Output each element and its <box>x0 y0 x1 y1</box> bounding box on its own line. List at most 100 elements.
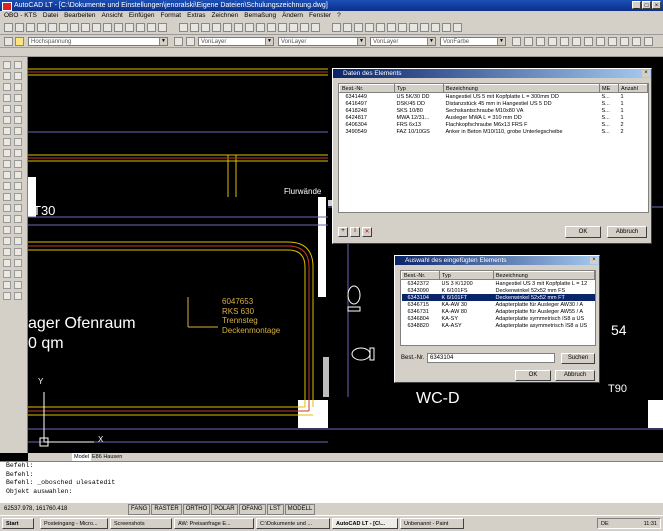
draw-tool-icon[interactable] <box>3 215 11 223</box>
menu-bemassung[interactable]: Bemaßung <box>244 11 276 21</box>
search-input[interactable]: 6343104 <box>427 353 555 363</box>
col-nr[interactable]: Best.-Nr. <box>401 271 440 280</box>
table-row[interactable]: 6424817 MWA 12/31... Ausleger MWA L = 310 … <box>340 114 648 121</box>
zoom-icon[interactable] <box>596 37 605 46</box>
draw-tool-icon[interactable] <box>14 204 22 212</box>
lineweight-select[interactable]: VonLayer ▼ <box>370 37 436 46</box>
draw-tool-icon[interactable] <box>3 116 11 124</box>
cancel-button[interactable]: Abbruch <box>555 370 595 381</box>
dialog-title-bar[interactable]: Daten des Elements × <box>333 69 651 78</box>
toolbar-icon[interactable] <box>179 23 188 32</box>
menu-ansicht[interactable]: Ansicht <box>102 11 123 21</box>
status-toggle-ofang[interactable]: OFANG <box>238 504 266 515</box>
zoom-icon[interactable] <box>548 37 557 46</box>
close-button[interactable]: × <box>652 1 661 9</box>
draw-tool-icon[interactable] <box>14 171 22 179</box>
status-toggle-modell[interactable]: MODELL <box>284 504 316 515</box>
toolbar-icon[interactable] <box>158 23 167 32</box>
element-list[interactable]: Best.-Nr. Typ Bezeichnung ME Anzahl 6341… <box>338 83 649 213</box>
draw-tool-icon[interactable] <box>14 149 22 157</box>
draw-tool-icon[interactable] <box>14 83 22 91</box>
toolbar-icon[interactable] <box>354 23 363 32</box>
info-icon[interactable]: i <box>350 227 360 237</box>
draw-tool-icon[interactable] <box>3 182 11 190</box>
draw-tool-icon[interactable] <box>3 226 11 234</box>
menu-help[interactable]: ? <box>337 11 341 21</box>
tab-layout[interactable]: E86 Hausen <box>90 453 124 461</box>
draw-tool-icon[interactable] <box>3 292 11 300</box>
cancel-button[interactable]: Abbruch <box>607 226 647 238</box>
zoom-icon[interactable] <box>524 37 533 46</box>
col-typ[interactable]: Typ <box>439 271 494 280</box>
zoom-icon[interactable] <box>644 37 653 46</box>
zoom-icon[interactable] <box>572 37 581 46</box>
window-title-bar[interactable]: AutoCAD LT - [C:\Dokumente und Einstellu… <box>0 0 663 11</box>
lightbulb-icon[interactable] <box>15 37 24 46</box>
toolbar-icon[interactable] <box>59 23 68 32</box>
color-select[interactable]: VonLayer ▼ <box>198 37 274 46</box>
draw-tool-icon[interactable] <box>14 270 22 278</box>
search-button[interactable]: Suchen <box>561 353 595 364</box>
taskbar-item[interactable]: C:\Dokumente und ... <box>256 518 330 529</box>
draw-tool-icon[interactable] <box>14 61 22 69</box>
close-icon[interactable]: × <box>590 257 598 264</box>
table-row[interactable]: 6406304 FRS 6x13 Flachkopfschraube M6x13 F… <box>340 121 648 128</box>
add-icon[interactable]: + <box>338 227 348 237</box>
taskbar-item[interactable]: Screenshots <box>110 518 172 529</box>
draw-tool-icon[interactable] <box>3 171 11 179</box>
toolbar-icon[interactable] <box>201 23 210 32</box>
draw-tool-icon[interactable] <box>3 61 11 69</box>
taskbar-item[interactable]: Unbenannt - Paint <box>400 518 464 529</box>
command-prompt[interactable]: Objekt auswahlen: <box>6 488 663 497</box>
draw-tool-icon[interactable] <box>14 72 22 80</box>
status-toggle-fang[interactable]: FANG <box>128 504 151 515</box>
draw-tool-icon[interactable] <box>14 292 22 300</box>
menu-einfuegen[interactable]: Einfügen <box>129 11 155 21</box>
tab-model[interactable]: Model <box>72 453 91 461</box>
zoom-icon[interactable] <box>584 37 593 46</box>
layer-manager-icon[interactable] <box>4 37 13 46</box>
toolbar-icon[interactable] <box>409 23 418 32</box>
status-toggle-ortho[interactable]: ORTHO <box>182 504 211 515</box>
menu-aendern[interactable]: Ändern <box>282 11 303 21</box>
draw-tool-icon[interactable] <box>3 281 11 289</box>
toolbar-icon[interactable] <box>256 23 265 32</box>
draw-tool-icon[interactable] <box>14 193 22 201</box>
toolbar-icon[interactable] <box>420 23 429 32</box>
toolbar-icon[interactable] <box>234 23 243 32</box>
draw-tool-icon[interactable] <box>14 105 22 113</box>
delete-icon[interactable]: ✕ <box>362 227 372 237</box>
list-item[interactable]: 6348820 KA-ASY Adapterplatte asymmetrisch … <box>402 322 595 329</box>
toolbar-icon[interactable] <box>15 23 24 32</box>
layer-previous-icon[interactable] <box>186 37 195 46</box>
zoom-icon[interactable] <box>620 37 629 46</box>
toolbar-icon[interactable] <box>453 23 462 32</box>
toolbar-icon[interactable] <box>311 23 320 32</box>
menu-zeichnen[interactable]: Zeichnen <box>212 11 239 21</box>
zoom-icon[interactable] <box>608 37 617 46</box>
toolbar-icon[interactable] <box>267 23 276 32</box>
draw-tool-icon[interactable] <box>14 94 22 102</box>
draw-tool-icon[interactable] <box>14 248 22 256</box>
zoom-icon[interactable] <box>512 37 521 46</box>
status-toggle-raster[interactable]: RASTER <box>151 504 182 515</box>
list-item[interactable]: 6343104 K 6/101FT Deckenwinkel 52x52 mm FT <box>401 294 595 301</box>
toolbar-icon[interactable] <box>125 23 134 32</box>
toolbar-icon[interactable] <box>343 23 352 32</box>
toolbar-icon[interactable] <box>289 23 298 32</box>
toolbar-icon[interactable] <box>387 23 396 32</box>
toolbar-icon[interactable] <box>223 23 232 32</box>
col-anzahl[interactable]: Anzahl <box>618 84 648 93</box>
draw-tool-icon[interactable] <box>14 237 22 245</box>
draw-tool-icon[interactable] <box>3 259 11 267</box>
toolbar-icon[interactable] <box>37 23 46 32</box>
toolbar-icon[interactable] <box>4 23 13 32</box>
list-item[interactable]: 6346715 KA-AW 30 Adapterplatte für Auslege… <box>402 301 595 308</box>
toolbar-icon[interactable] <box>48 23 57 32</box>
taskbar-item[interactable]: AW: Preisanfrage E... <box>174 518 254 529</box>
menu-format[interactable]: Format <box>161 11 182 21</box>
draw-tool-icon[interactable] <box>14 138 22 146</box>
toolbar-icon[interactable] <box>365 23 374 32</box>
list-item[interactable]: 6346731 KA-AW 80 Adapterplatte für Auslege… <box>402 308 595 315</box>
toolbar-icon[interactable] <box>245 23 254 32</box>
